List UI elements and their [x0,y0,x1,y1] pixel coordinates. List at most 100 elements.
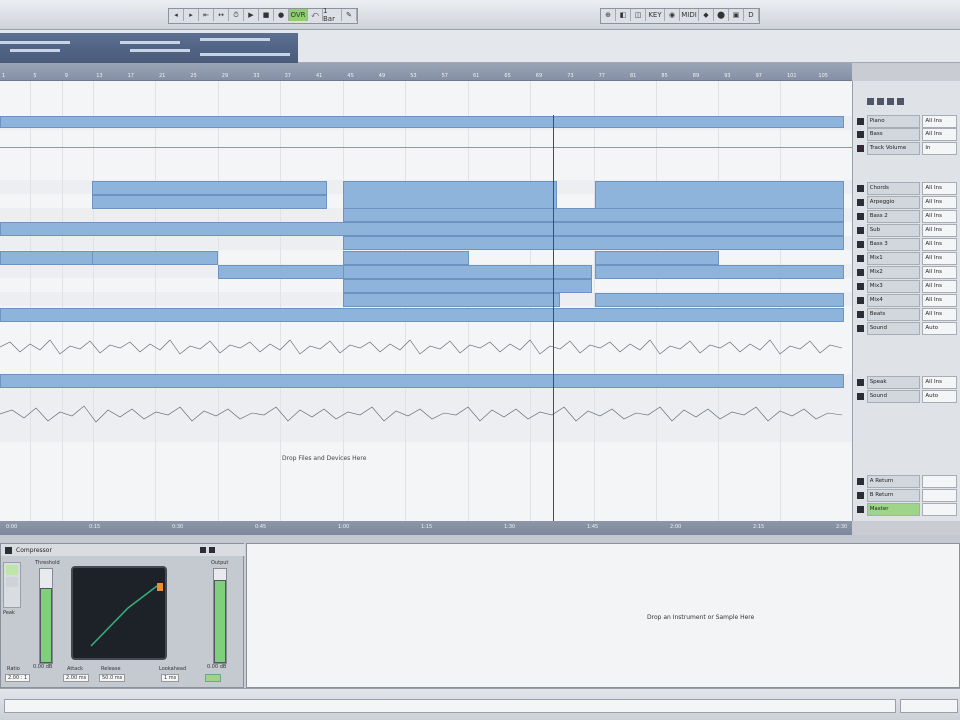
track-name[interactable]: Mix3 [866,280,921,293]
attack-field[interactable]: 2.00 ms [63,674,90,682]
toolbar-button[interactable]: ⬤ [714,9,729,21]
mix2-clip[interactable] [218,265,344,279]
track-header[interactable]: Piano All Ins [857,115,957,128]
mix2-clip[interactable] [595,265,844,279]
mode-peak[interactable] [6,565,18,575]
toolbar-button[interactable]: ◆ [699,9,714,21]
track-header[interactable]: Track Volume In [857,142,957,155]
track-activator-icon[interactable] [857,478,864,485]
track-input-field[interactable]: All Ins [922,196,957,209]
track-input-field[interactable] [922,475,957,488]
toolbar-button[interactable]: ▸ [184,9,199,21]
toolbar-button[interactable]: ◫ [631,9,646,21]
track-activator-icon[interactable] [857,506,864,513]
track-activator-icon[interactable] [857,297,864,304]
track-activator-icon[interactable] [857,325,864,332]
toolbar-button[interactable]: ▣ [729,9,744,21]
track-header[interactable]: Sound Auto [857,322,957,335]
returns-icon[interactable] [887,98,894,105]
track-input-field[interactable]: All Ins [922,115,957,128]
makeup-toggle[interactable] [205,674,221,682]
track-activator-icon[interactable] [857,393,864,400]
track-activator-icon[interactable] [857,131,864,138]
chords-clip[interactable] [343,181,557,209]
toolbar-button[interactable]: 1 Bar [323,7,342,23]
track-name[interactable]: Bass 2 [866,210,921,223]
mode-rms[interactable] [6,577,18,587]
mixer-icon[interactable] [897,98,904,105]
mode-selector[interactable] [3,562,21,608]
threshold-value[interactable]: 0.00 dB [33,664,52,670]
toolbar-button[interactable]: KEY [646,9,665,21]
toolbar-button[interactable]: ▶ [244,9,259,21]
track-input-field[interactable]: All Ins [922,182,957,195]
track-input-field[interactable]: All Ins [922,376,957,389]
track-header[interactable]: Mix1 All Ins [857,252,957,265]
beats-clip[interactable] [0,308,844,322]
track-header[interactable]: Arpeggio All Ins [857,196,957,209]
panel-divider[interactable] [0,535,960,543]
toolbar-button[interactable]: ⊕ [601,9,616,21]
track-name[interactable]: Bass [866,128,921,141]
toolbar-button[interactable]: ◂ [169,9,184,21]
track-header[interactable]: Mix4 All Ins [857,294,957,307]
threshold-meter[interactable] [40,588,52,663]
track-name[interactable]: Mix1 [866,252,921,265]
compression-curve-display[interactable] [71,566,167,660]
track-header[interactable]: Bass All Ins [857,128,957,141]
track-input-field[interactable]: Auto [922,322,957,335]
time-ruler[interactable]: 0:00 0:15 0:30 0:45 1:00 1:15 1:30 1:45 2:00 2:15… [0,521,852,535]
track-name[interactable]: Bass 3 [866,238,921,251]
track-activator-icon[interactable] [857,213,864,220]
track-name[interactable]: Mix2 [866,266,921,279]
track-activator-icon[interactable] [857,269,864,276]
track-name[interactable]: Arpeggio [866,196,921,209]
chords-clip[interactable] [595,181,844,209]
release-field[interactable]: 50.0 ms [99,674,126,682]
track-activator-icon[interactable] [857,199,864,206]
track-activator-icon[interactable] [857,379,864,386]
mix4-clip[interactable] [595,293,844,307]
ratio-field[interactable]: 2.00 : 1 [5,674,31,682]
track-selector[interactable] [900,699,958,713]
output-value[interactable]: 0.00 dB [207,664,226,670]
track-activator-icon[interactable] [857,185,864,192]
track-header[interactable]: Sound Auto [857,390,957,403]
mix4-clip[interactable] [343,293,560,307]
toolbar-button[interactable]: ● [274,9,289,21]
toolbar-button[interactable]: ■ [259,9,274,21]
toolbar-button[interactable]: D [744,9,759,21]
speak-clip[interactable] [0,374,844,388]
toolbar-button[interactable]: ◧ [616,9,631,21]
lookahead-field[interactable]: 1 ms [161,674,180,682]
clip-detail-panel[interactable]: Drop an Instrument or Sample Here [246,543,960,688]
track-name[interactable]: Sub [866,224,921,237]
track-name[interactable]: Sound [866,390,921,403]
chords-clip[interactable] [92,181,327,195]
track-name[interactable]: Sound [866,322,921,335]
output-meter[interactable] [214,580,226,663]
track-input-field[interactable]: All Ins [922,224,957,237]
track-header[interactable]: Master [857,503,957,516]
track-activator-icon[interactable] [857,118,864,125]
track-input-field[interactable]: All Ins [922,266,957,279]
sends-icon[interactable] [877,98,884,105]
bass2-clip[interactable] [343,208,844,222]
track-name[interactable]: Chords [866,182,921,195]
track-activator-icon[interactable] [857,492,864,499]
track-name[interactable]: Track Volume [866,142,921,155]
track-header[interactable]: Speak All Ins [857,376,957,389]
track-activator-icon[interactable] [857,227,864,234]
piano-clip[interactable] [0,116,844,128]
track-input-field[interactable]: All Ins [922,294,957,307]
track-input-field[interactable]: All Ins [922,308,957,321]
track-header[interactable]: Mix2 All Ins [857,266,957,279]
track-input-field[interactable] [922,489,957,502]
device-power-icon[interactable] [5,546,12,554]
track-input-field[interactable] [922,503,957,516]
track-input-field[interactable]: All Ins [922,128,957,141]
track-name[interactable]: A Return [866,475,921,488]
device-close-icon[interactable] [208,547,215,553]
track-name[interactable]: Mix4 [866,294,921,307]
bass3-clip[interactable] [343,236,844,250]
